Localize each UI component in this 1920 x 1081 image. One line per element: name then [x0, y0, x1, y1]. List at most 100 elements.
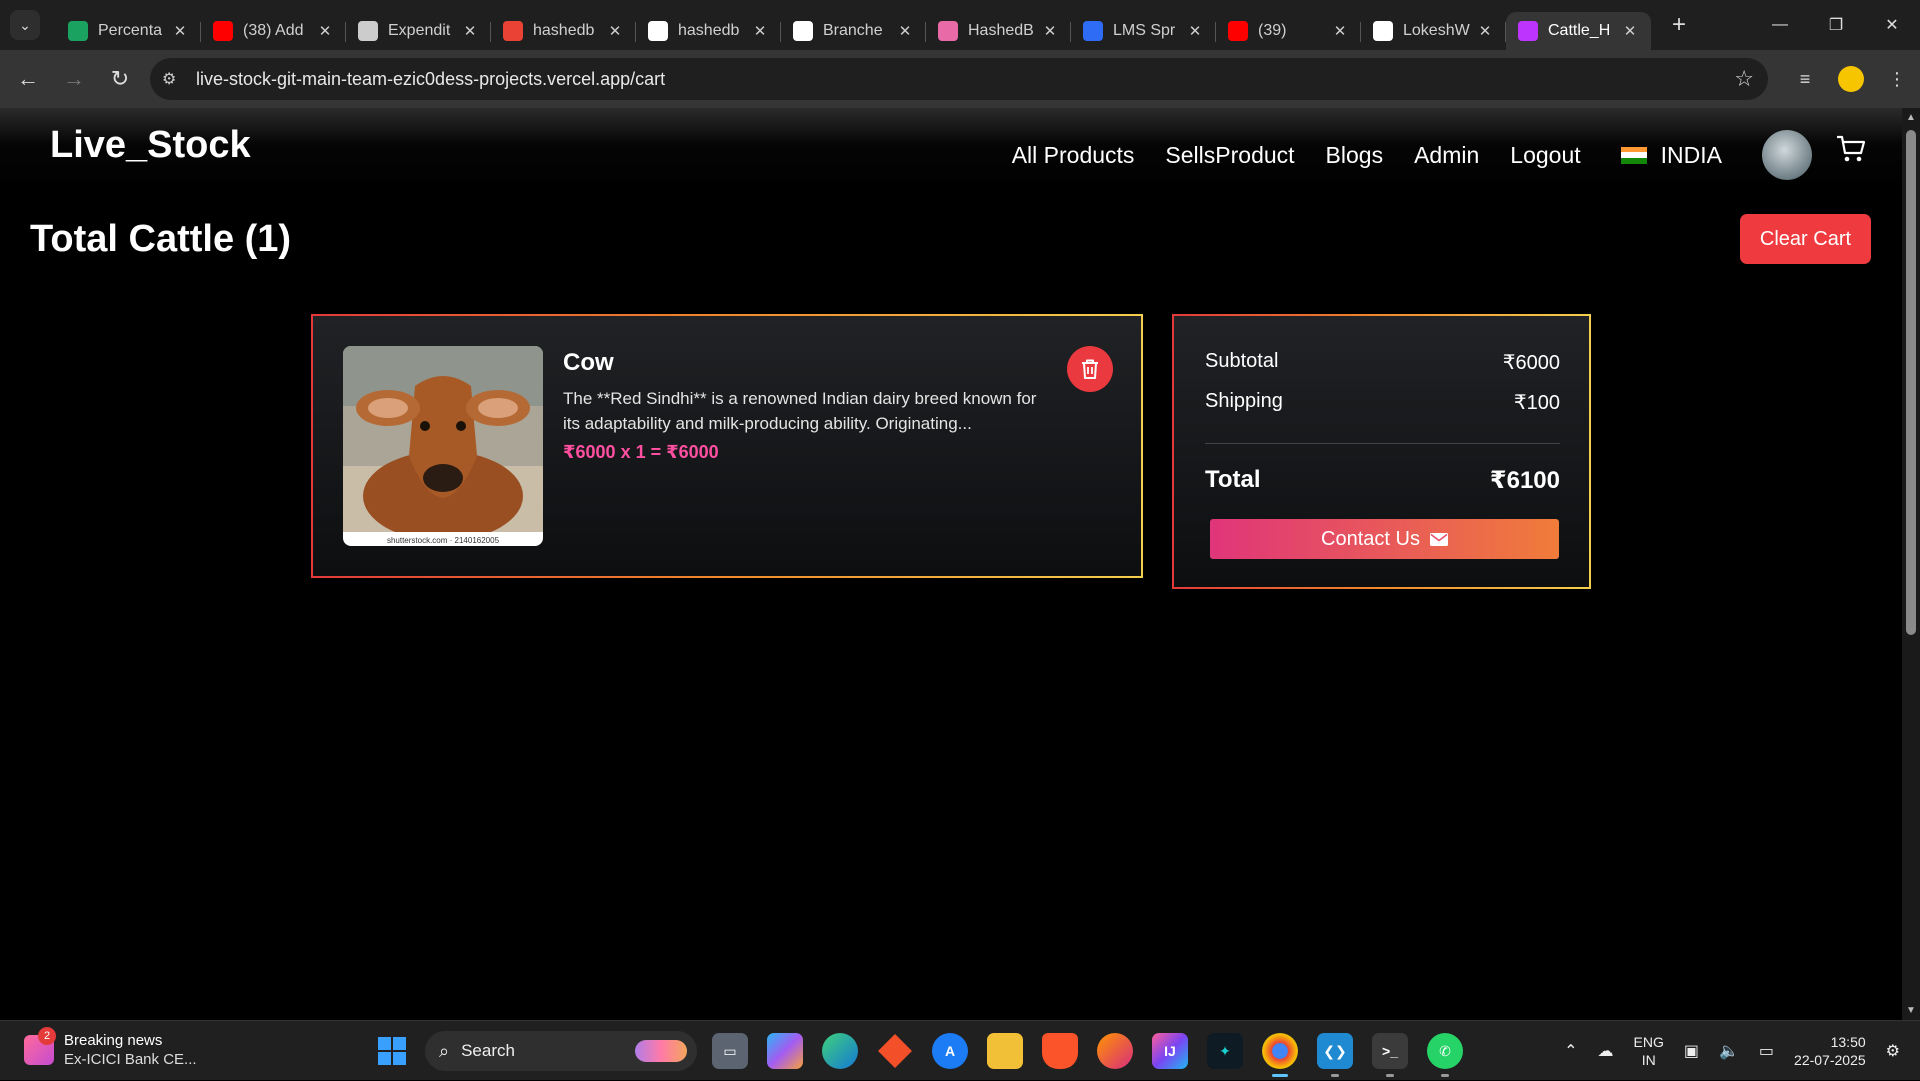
- back-icon[interactable]: ←: [10, 61, 46, 97]
- terminal-icon[interactable]: >_: [1372, 1033, 1408, 1077]
- browser-tab[interactable]: Cattle_H ✕: [1506, 12, 1651, 50]
- close-tab-icon[interactable]: ✕: [606, 22, 624, 40]
- battery-icon[interactable]: ▭: [1759, 1041, 1774, 1061]
- site-settings-icon[interactable]: ⚙: [162, 69, 190, 89]
- tab-title: (39): [1258, 22, 1287, 39]
- vscode-icon[interactable]: ❮❯: [1317, 1033, 1353, 1077]
- nav-sells-product[interactable]: SellsProduct: [1165, 142, 1294, 169]
- address-toolbar: ← → ↻ ⚙ live-stock-git-main-team-ezic0de…: [0, 50, 1920, 108]
- page-scrollbar[interactable]: ▲ ▼: [1902, 108, 1920, 1020]
- browser-tab-bar: ⌄ Percenta ✕ (38) Add ✕ Expendit ✕ hashedb ✕ has…: [0, 0, 1920, 50]
- bookmark-star-icon[interactable]: ☆: [1734, 66, 1754, 92]
- search-highlight-icon: [635, 1040, 687, 1062]
- clear-cart-button[interactable]: Clear Cart: [1740, 214, 1871, 264]
- url-bar[interactable]: ⚙ live-stock-git-main-team-ezic0dess-pro…: [150, 58, 1768, 100]
- browser-tab[interactable]: Percenta ✕: [56, 12, 201, 50]
- news-widget[interactable]: 2 Breaking news Ex-ICICI Bank CE...: [24, 1027, 197, 1069]
- profile-avatar[interactable]: [1838, 66, 1864, 92]
- nav-admin[interactable]: Admin: [1414, 142, 1479, 169]
- forward-icon[interactable]: →: [56, 61, 92, 97]
- new-tab-button[interactable]: +: [1663, 9, 1695, 41]
- brave-icon[interactable]: [1042, 1033, 1078, 1069]
- browser-tab[interactable]: (38) Add ✕: [201, 12, 346, 50]
- tray-overflow-icon[interactable]: ⌃: [1564, 1041, 1577, 1061]
- close-tab-icon[interactable]: ✕: [461, 22, 479, 40]
- github-icon: [1373, 21, 1393, 41]
- onedrive-icon[interactable]: ☁: [1598, 1041, 1614, 1061]
- close-tab-icon[interactable]: ✕: [896, 22, 914, 40]
- url-text[interactable]: live-stock-git-main-team-ezic0dess-proje…: [196, 69, 665, 90]
- close-tab-icon[interactable]: ✕: [1186, 22, 1204, 40]
- close-window-icon[interactable]: ✕: [1864, 0, 1920, 50]
- copilot-icon[interactable]: [767, 1033, 803, 1069]
- scroll-down-icon[interactable]: ▼: [1902, 1005, 1920, 1016]
- browser-tab[interactable]: Expendit ✕: [346, 12, 491, 50]
- browser-tab[interactable]: Branche ✕: [781, 12, 926, 50]
- edge-icon[interactable]: [822, 1033, 858, 1069]
- news-badge: 2: [38, 1027, 56, 1045]
- country-selector[interactable]: INDIA: [1661, 142, 1722, 169]
- browser-tab[interactable]: LokeshW ✕: [1361, 12, 1506, 50]
- tab-strip: Percenta ✕ (38) Add ✕ Expendit ✕ hashedb ✕ hashe…: [56, 0, 1651, 50]
- reload-icon[interactable]: ↻: [102, 61, 138, 97]
- file-explorer-icon[interactable]: [987, 1033, 1023, 1069]
- firefox-icon[interactable]: [1097, 1033, 1133, 1069]
- git-app-icon[interactable]: [877, 1033, 913, 1069]
- close-tab-icon[interactable]: ✕: [751, 22, 769, 40]
- task-view-icon[interactable]: ▭: [712, 1033, 748, 1069]
- media-control-icon[interactable]: ≡: [1782, 69, 1828, 90]
- browser-tab[interactable]: LMS Spr ✕: [1071, 12, 1216, 50]
- browser-tab[interactable]: HashedB ✕: [926, 12, 1071, 50]
- order-summary-card: Subtotal ₹6000 Shipping ₹100 Total ₹6100…: [1172, 314, 1591, 589]
- close-tab-icon[interactable]: ✕: [316, 22, 334, 40]
- taskbar-search[interactable]: ⌕ Search: [425, 1031, 697, 1071]
- whatsapp-icon[interactable]: ✆: [1427, 1033, 1463, 1077]
- network-icon[interactable]: ▣: [1684, 1041, 1699, 1061]
- chrome-icon[interactable]: [1262, 1033, 1298, 1077]
- close-tab-icon[interactable]: ✕: [171, 22, 189, 40]
- nav-logout[interactable]: Logout: [1510, 142, 1580, 169]
- close-tab-icon[interactable]: ✕: [1331, 22, 1349, 40]
- docker-desktop-icon[interactable]: ✦: [1207, 1033, 1243, 1069]
- browser-menu-icon[interactable]: ⋮: [1874, 69, 1920, 90]
- scroll-up-icon[interactable]: ▲: [1902, 112, 1920, 123]
- windows-taskbar: 2 Breaking news Ex-ICICI Bank CE... ⌕ Se…: [0, 1020, 1920, 1080]
- close-tab-icon[interactable]: ✕: [1476, 22, 1494, 40]
- minimize-icon[interactable]: —: [1752, 0, 1808, 50]
- search-label: Search: [461, 1041, 515, 1060]
- browser-tab[interactable]: (39) ✕: [1216, 12, 1361, 50]
- app-store-icon[interactable]: A: [932, 1033, 968, 1069]
- close-tab-icon[interactable]: ✕: [1041, 22, 1059, 40]
- gmail-icon: [503, 21, 523, 41]
- system-clock[interactable]: 13:50 22-07-2025: [1794, 1033, 1866, 1069]
- windows-start-icon[interactable]: [378, 1037, 406, 1065]
- intellij-icon[interactable]: IJ: [1152, 1033, 1188, 1069]
- contact-us-button[interactable]: Contact Us: [1210, 519, 1559, 559]
- tab-search-button[interactable]: ⌄: [10, 10, 40, 40]
- page-title: Total Cattle (1): [30, 218, 292, 260]
- close-tab-icon[interactable]: ✕: [1621, 22, 1639, 40]
- india-flag-icon: [1620, 146, 1647, 164]
- shipping-value: ₹100: [1513, 392, 1560, 414]
- shipping-label: Shipping: [1205, 390, 1283, 412]
- subtotal-value: ₹6000: [1502, 352, 1560, 374]
- delete-item-button[interactable]: [1067, 346, 1113, 392]
- clock-date: 22-07-2025: [1794, 1052, 1866, 1068]
- vite-icon: [1518, 21, 1538, 41]
- nav-all-products[interactable]: All Products: [1012, 142, 1135, 169]
- browser-tab[interactable]: hashedb ✕: [636, 12, 781, 50]
- brand-logo[interactable]: Live_Stock: [50, 124, 251, 167]
- nav-blogs[interactable]: Blogs: [1326, 142, 1384, 169]
- language-indicator[interactable]: ENG IN: [1634, 1033, 1664, 1069]
- browser-tab[interactable]: hashedb ✕: [491, 12, 636, 50]
- cart-icon[interactable]: [1835, 134, 1867, 164]
- github-icon: [648, 21, 668, 41]
- news-title: Breaking news: [64, 1032, 163, 1049]
- leaf-icon: [68, 21, 88, 41]
- scrollbar-thumb[interactable]: [1906, 130, 1916, 635]
- user-avatar[interactable]: [1762, 130, 1812, 180]
- restore-icon[interactable]: ❐: [1808, 0, 1864, 50]
- volume-icon[interactable]: 🔈: [1719, 1041, 1739, 1061]
- youtube-icon: [1228, 21, 1248, 41]
- notifications-icon[interactable]: ⚙: [1886, 1041, 1900, 1061]
